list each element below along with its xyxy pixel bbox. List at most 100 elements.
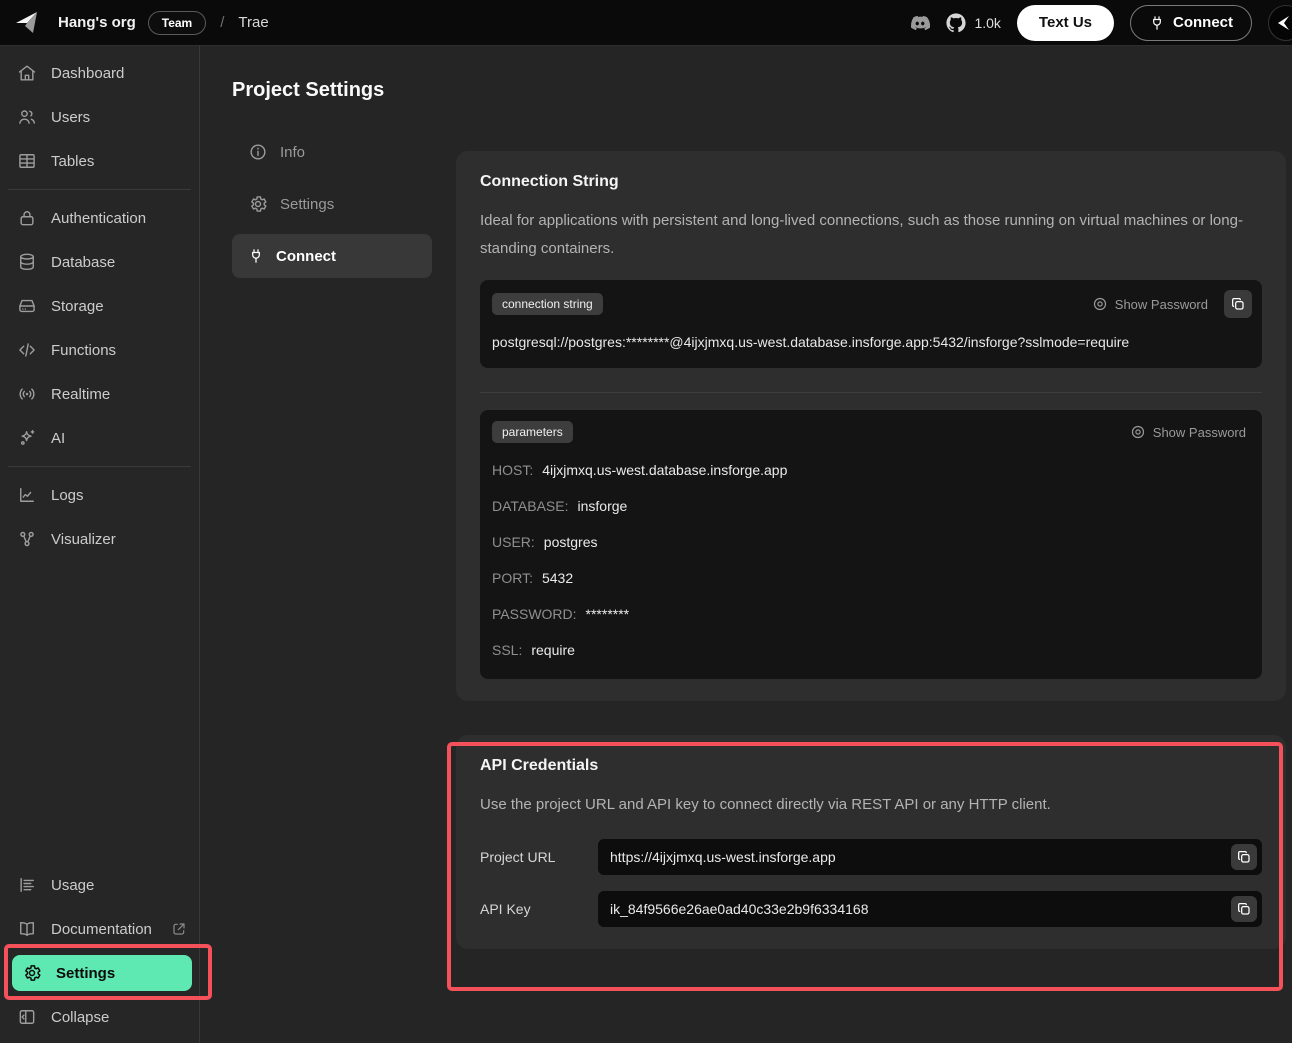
sidebar-item-logs[interactable]: Logs	[0, 473, 199, 517]
eye-icon	[1092, 296, 1108, 312]
param-label: SSL:	[492, 642, 523, 658]
lock-icon	[17, 208, 37, 228]
sidebar-item-usage[interactable]: Usage	[0, 863, 199, 907]
sidebar-item-collapse[interactable]: Collapse	[0, 995, 199, 1039]
param-row-database: DATABASE: insforge	[492, 496, 1250, 517]
discord-icon[interactable]	[910, 13, 931, 33]
show-password-toggle[interactable]: Show Password	[1086, 292, 1214, 316]
api-key-label: API Key	[480, 901, 531, 917]
sidebar-item-settings[interactable]: Settings	[12, 955, 192, 991]
param-row-ssl: SSL: require	[492, 640, 1250, 661]
chart-icon	[17, 485, 37, 505]
sidebar-item-label: Usage	[51, 876, 95, 894]
param-value[interactable]: ********	[586, 604, 630, 625]
tab-connect[interactable]: Connect	[232, 234, 432, 278]
sidebar-footer: Usage Documentation Settings Collapse	[0, 863, 199, 1043]
list-icon	[17, 875, 37, 895]
connection-string-value[interactable]: postgresql://postgres:********@4ijxjmxq.…	[480, 318, 1262, 368]
top-bar: Hang's org Team / Trae 1.0k Text Us Conn…	[0, 0, 1292, 46]
sidebar-item-label: Users	[51, 108, 91, 126]
plug-icon	[1149, 15, 1165, 31]
param-label: DATABASE:	[492, 498, 569, 514]
project-url-value[interactable]: https://4ijxjmxq.us-west.insforge.app	[610, 849, 1221, 865]
github-stars[interactable]: 1.0k	[946, 12, 1001, 33]
collapse-panel-icon	[17, 1007, 37, 1027]
org-name[interactable]: Hang's org	[58, 14, 136, 31]
github-star-count: 1.0k	[974, 14, 1001, 31]
network-icon	[17, 529, 37, 549]
gear-icon	[248, 194, 268, 214]
param-value[interactable]: 4ijxjmxq.us-west.database.insforge.app	[542, 460, 787, 481]
sidebar-divider	[8, 189, 191, 190]
copy-api-key-button[interactable]	[1231, 896, 1257, 922]
sidebar-item-label: AI	[51, 429, 66, 447]
gear-icon	[22, 963, 42, 983]
copy-icon	[1236, 901, 1252, 917]
card-title: API Credentials	[480, 757, 599, 774]
show-password-label: Show Password	[1114, 296, 1208, 312]
storage-icon	[17, 296, 37, 316]
sidebar-item-label: Settings	[56, 964, 116, 982]
table-icon	[17, 151, 37, 171]
tab-info[interactable]: Info	[232, 130, 432, 174]
param-value[interactable]: postgres	[544, 532, 598, 553]
avatar[interactable]	[1268, 4, 1292, 41]
sidebar-item-label: Storage	[51, 297, 104, 315]
sidebar-item-ai[interactable]: AI	[0, 416, 199, 460]
parameters-badge: parameters	[492, 421, 573, 443]
code-icon	[17, 340, 37, 360]
sidebar-item-tables[interactable]: Tables	[0, 139, 199, 183]
sidebar-item-functions[interactable]: Functions	[0, 328, 199, 372]
section-divider	[480, 392, 1262, 393]
app-logo-icon[interactable]	[14, 10, 40, 36]
param-row-password: PASSWORD: ********	[492, 604, 1250, 625]
project-url-field[interactable]: https://4ijxjmxq.us-west.insforge.app	[598, 839, 1262, 875]
param-value[interactable]: require	[531, 640, 575, 661]
home-icon	[17, 63, 37, 83]
tab-label: Info	[280, 143, 306, 161]
sidebar-item-authentication[interactable]: Authentication	[0, 196, 199, 240]
team-badge: Team	[147, 10, 207, 35]
text-us-button[interactable]: Text Us	[1016, 4, 1114, 41]
sidebar-item-users[interactable]: Users	[0, 95, 199, 139]
main-content: Project Settings Info Settings Connect C…	[200, 46, 1292, 1043]
sidebar-item-label: Documentation	[51, 920, 152, 938]
api-key-value[interactable]: ik_84f9566e26ae0ad40c33e2b9f6334168	[610, 901, 1221, 917]
eye-icon	[1130, 424, 1146, 440]
sidebar-item-label: Realtime	[51, 385, 111, 403]
breadcrumb-project[interactable]: Trae	[238, 14, 268, 31]
sidebar-item-database[interactable]: Database	[0, 240, 199, 284]
sidebar-item-label: Functions	[51, 341, 117, 359]
param-value[interactable]: insforge	[578, 496, 628, 517]
sidebar-item-label: Logs	[51, 486, 84, 504]
param-row-user: USER: postgres	[492, 532, 1250, 553]
sidebar-item-label: Authentication	[51, 209, 147, 227]
sidebar-item-storage[interactable]: Storage	[0, 284, 199, 328]
sidebar-item-label: Tables	[51, 152, 95, 170]
copy-project-url-button[interactable]	[1231, 844, 1257, 870]
card-title: Connection String	[480, 173, 619, 190]
connect-button[interactable]: Connect	[1130, 4, 1252, 41]
api-key-field[interactable]: ik_84f9566e26ae0ad40c33e2b9f6334168	[598, 891, 1262, 927]
broadcast-icon	[17, 384, 37, 404]
show-password-toggle[interactable]: Show Password	[1124, 420, 1252, 444]
sidebar-item-dashboard[interactable]: Dashboard	[0, 51, 199, 95]
sidebar-item-realtime[interactable]: Realtime	[0, 372, 199, 416]
parameters-box: parameters Show Password HOST: 4ijxjmxq.…	[480, 410, 1262, 679]
sidebar-item-label: Database	[51, 253, 116, 271]
copy-connection-string-button[interactable]	[1224, 290, 1252, 318]
info-icon	[248, 142, 268, 162]
tab-settings[interactable]: Settings	[232, 182, 432, 226]
sparkle-icon	[17, 428, 37, 448]
breadcrumb-separator: /	[220, 14, 225, 31]
sidebar-item-visualizer[interactable]: Visualizer	[0, 517, 199, 561]
param-label: HOST:	[492, 462, 534, 478]
param-value[interactable]: 5432	[542, 568, 573, 589]
api-credentials-card: API Credentials Use the project URL and …	[456, 735, 1286, 949]
connection-string-badge: connection string	[492, 293, 603, 315]
page-title: Project Settings	[232, 79, 385, 101]
sidebar-item-label: Collapse	[51, 1008, 110, 1026]
param-label: PORT:	[492, 570, 533, 586]
connect-button-label: Connect	[1173, 14, 1233, 31]
sidebar-item-documentation[interactable]: Documentation	[0, 907, 199, 951]
